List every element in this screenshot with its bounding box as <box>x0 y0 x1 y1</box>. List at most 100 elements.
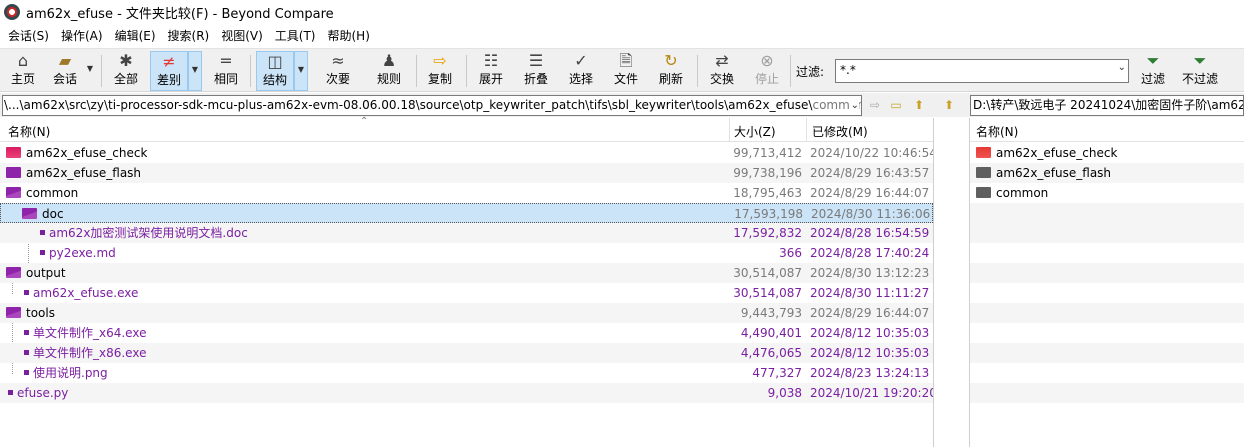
menu-bar: 会话(S) 操作(A) 编辑(E) 搜索(R) 视图(V) 工具(T) 帮助(H… <box>0 24 1244 48</box>
table-row[interactable]: py2exe.md 366 2024/8/28 17:40:24 <box>0 243 933 263</box>
menu-search[interactable]: 搜索(R) <box>162 24 216 48</box>
refresh-button[interactable]: ↻ 刷新 <box>652 51 690 91</box>
table-row[interactable]: am62x_efuse_flash <box>970 163 1244 183</box>
table-row[interactable]: am62x_efuse.exe 30,514,087 2024/8/30 11:… <box>0 283 933 303</box>
file-name: am62x_efuse_flash <box>996 166 1112 180</box>
table-row-empty <box>970 263 1244 283</box>
left-folder-pane[interactable]: ⌃ 名称(N) 大小(Z) 已修改(M) am62x_efuse_check 9… <box>0 116 937 447</box>
copy-button[interactable]: ⇨ 复制 <box>421 51 459 91</box>
session-button[interactable]: ▰ 会话 <box>46 51 84 91</box>
select-button[interactable]: ✓ 选择 <box>562 51 600 91</box>
nav-forward-icon[interactable]: ⇨ <box>866 97 884 113</box>
column-modified[interactable]: 已修改(M) <box>812 123 868 140</box>
table-row[interactable]: 单文件制作_x64.exe 4,490,401 2024/8/12 10:35:… <box>0 323 933 343</box>
file-check-icon: 🗎 <box>619 51 633 70</box>
window-title: am62x_efuse - 文件夹比较(F) - Beyond Compare <box>26 6 334 22</box>
table-row-empty <box>970 223 1244 243</box>
file-name: doc <box>42 207 64 221</box>
toolbar-separator <box>790 55 791 87</box>
chevron-down-icon[interactable]: ⌄ <box>848 96 859 115</box>
toolbar-separator <box>416 55 417 87</box>
filter-input[interactable]: *.* ⌄ <box>835 59 1129 83</box>
file-size: 477,327 <box>752 366 802 380</box>
session-dropdown-arrow[interactable]: ▼ <box>83 51 97 91</box>
menu-actions[interactable]: 操作(A) <box>55 24 109 48</box>
home-icon: ⌂ <box>17 51 29 70</box>
briefcase-icon: ▰ <box>58 51 72 70</box>
show-same-button[interactable]: = 相同 <box>206 51 246 91</box>
structure-button[interactable]: ◫ 结构 <box>256 51 294 91</box>
open-folder-icon <box>22 208 37 219</box>
parent-folder-icon[interactable]: ⬆ <box>910 97 928 113</box>
diff-dropdown-arrow[interactable]: ▼ <box>188 51 202 91</box>
not-equal-icon: ≠ <box>162 52 176 71</box>
menu-help[interactable]: 帮助(H) <box>322 24 376 48</box>
right-path-input[interactable]: D:\转产\致远电子 20241024\加密固件子阶\am62x <box>970 95 1244 116</box>
table-row[interactable]: 单文件制作_x86.exe 4,476,065 2024/8/12 10:35:… <box>0 343 933 363</box>
show-diff-button[interactable]: ≠ 差别 <box>150 51 188 91</box>
parent-folder-icon[interactable]: ⬆ <box>940 97 958 113</box>
toolbar-separator <box>697 55 698 87</box>
minor-button[interactable]: ≈ 次要 <box>318 51 358 91</box>
path-bar: \...\am62x\src\zy\ti-processor-sdk-mcu-p… <box>0 93 1244 117</box>
table-row-empty <box>970 383 1244 403</box>
column-name[interactable]: 名称(N) <box>8 123 50 140</box>
table-row[interactable]: am62x加密测试架使用说明文档.doc 17,592,832 2024/8/2… <box>0 223 933 243</box>
file-date: 2024/8/28 16:54:59 <box>810 226 930 240</box>
chevron-down-icon[interactable]: ⌄ <box>1118 62 1126 73</box>
files-button[interactable]: 🗎 文件 <box>607 51 645 91</box>
open-folder-icon <box>6 307 21 318</box>
rules-button[interactable]: ♟ 规则 <box>370 51 408 91</box>
toolbar-separator <box>250 55 251 87</box>
beyond-compare-app-icon <box>4 4 20 20</box>
collapse-button[interactable]: ☰ 折叠 <box>517 51 555 91</box>
menu-session[interactable]: 会话(S) <box>2 24 55 48</box>
expand-button[interactable]: ☷ 展开 <box>472 51 510 91</box>
file-name: py2exe.md <box>49 246 116 260</box>
show-all-button[interactable]: ✱ 全部 <box>106 51 146 91</box>
file-date: 2024/8/30 11:36:06 <box>811 207 931 221</box>
menu-edit[interactable]: 编辑(E) <box>109 24 162 48</box>
table-row[interactable]: output 30,514,087 2024/8/30 13:12:23 <box>0 263 933 283</box>
left-path-text: \...\am62x\src\zy\ti-processor-sdk-mcu-p… <box>4 98 813 112</box>
funnel-clear-icon: ⏷ <box>1193 51 1207 70</box>
expand-tree-icon: ☷ <box>483 51 499 70</box>
table-row[interactable]: tools 9,443,793 2024/8/29 16:44:07 <box>0 303 933 323</box>
browse-folder-icon[interactable]: ▭ <box>887 97 905 113</box>
table-row[interactable]: common <box>970 183 1244 203</box>
file-icon <box>24 370 29 375</box>
swap-button[interactable]: ⇄ 交换 <box>703 51 741 91</box>
structure-dropdown-arrow[interactable]: ▼ <box>294 51 308 91</box>
left-path-input[interactable]: \...\am62x\src\zy\ti-processor-sdk-mcu-p… <box>2 95 862 116</box>
column-divider[interactable] <box>806 118 807 142</box>
column-name[interactable]: 名称(N) <box>976 123 1018 140</box>
table-row-empty <box>970 203 1244 223</box>
table-row[interactable]: 使用说明.png 477,327 2024/8/23 13:24:13 <box>0 363 933 383</box>
file-date: 2024/8/23 13:24:13 <box>810 366 930 380</box>
file-date: 2024/8/28 17:40:24 <box>810 246 930 260</box>
column-size[interactable]: 大小(Z) <box>734 123 776 140</box>
filter-button[interactable]: ⏷ 过滤 <box>1136 51 1170 91</box>
table-row[interactable]: common 18,795,463 2024/8/29 16:44:07 <box>0 183 933 203</box>
right-path-text: D:\转产\致远电子 20241024\加密固件子阶\am62x <box>973 98 1244 112</box>
stop-button[interactable]: ⊗ 停止 <box>748 51 786 91</box>
menu-view[interactable]: 视图(V) <box>215 24 269 48</box>
home-button[interactable]: ⌂ 主页 <box>4 51 42 91</box>
unfilter-button[interactable]: ⏷ 不过滤 <box>1178 51 1222 91</box>
file-icon <box>24 330 29 335</box>
column-divider[interactable] <box>729 118 730 142</box>
table-row[interactable]: am62x_efuse_check <box>970 143 1244 163</box>
file-date: 2024/10/22 10:46:54 <box>810 146 937 160</box>
table-row[interactable]: am62x_efuse_check 99,713,412 2024/10/22 … <box>0 143 937 163</box>
open-folder-icon <box>6 267 21 278</box>
file-date: 2024/8/29 16:43:57 <box>810 166 930 180</box>
file-date: 2024/8/12 10:35:03 <box>810 326 930 340</box>
table-row[interactable]: efuse.py 9,038 2024/10/21 19:20:20 <box>0 383 937 403</box>
menu-tools[interactable]: 工具(T) <box>269 24 322 48</box>
table-row-selected[interactable]: doc 17,593,198 2024/8/30 11:36:06 <box>0 203 933 223</box>
right-folder-pane[interactable]: 名称(N) am62x_efuse_check am62x_efuse_flas… <box>970 118 1244 447</box>
table-row[interactable]: am62x_efuse_flash 99,738,196 2024/8/29 1… <box>0 163 933 183</box>
file-name: tools <box>26 306 55 320</box>
file-name: 单文件制作_x64.exe <box>33 326 147 340</box>
file-size: 18,795,463 <box>733 186 802 200</box>
